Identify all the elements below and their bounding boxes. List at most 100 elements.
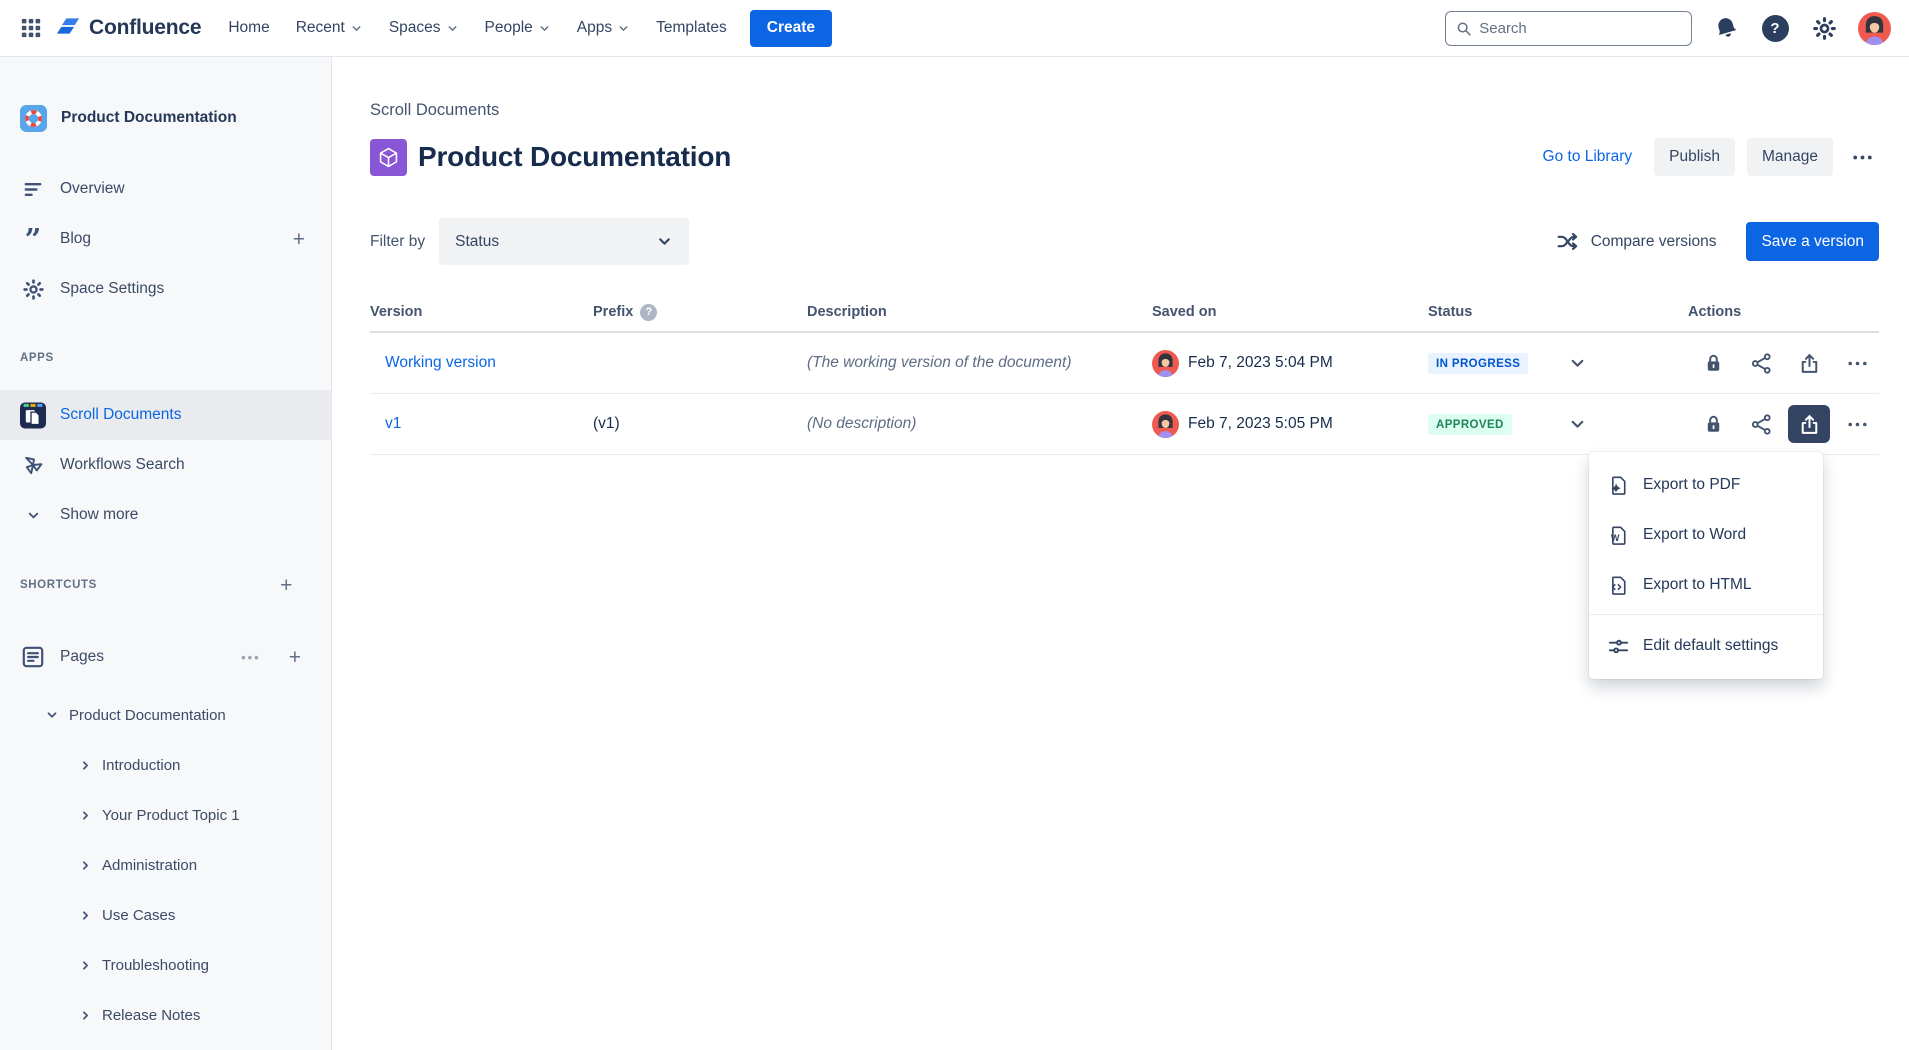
create-button[interactable]: Create — [750, 10, 832, 47]
saved-by-avatar — [1152, 411, 1179, 438]
menu-item-export-to-html[interactable]: Export to HTML — [1589, 560, 1823, 610]
chevron-down-icon — [538, 22, 551, 35]
navbar-right: ? — [1445, 11, 1891, 46]
lock-icon[interactable] — [1692, 405, 1734, 443]
col-prefix: Prefix ? — [593, 304, 807, 321]
tree-item-troubleshooting[interactable]: Troubleshooting — [0, 940, 331, 990]
add-shortcut-button[interactable]: + — [274, 575, 299, 596]
add-page-button[interactable]: + — [283, 647, 307, 668]
pages-icon — [20, 644, 46, 670]
export-icon-active[interactable] — [1788, 405, 1830, 443]
overview-icon — [20, 178, 46, 201]
confluence-logo-icon — [54, 12, 82, 45]
nav-people[interactable]: People — [472, 11, 564, 45]
workflows-pinwheel-icon — [20, 453, 46, 477]
tree-item-administration[interactable]: Administration — [0, 840, 331, 890]
chevron-right-icon[interactable] — [79, 1009, 92, 1022]
status-expand-chevron-icon[interactable] — [1565, 351, 1590, 376]
space-lifebuoy-icon — [20, 105, 47, 132]
col-status: Status — [1428, 304, 1688, 320]
nav-templates[interactable]: Templates — [643, 11, 740, 45]
save-a-version-button[interactable]: Save a version — [1746, 222, 1879, 261]
sidebar-item-overview[interactable]: Overview — [0, 164, 331, 214]
lock-icon[interactable] — [1692, 344, 1734, 382]
search-box[interactable] — [1445, 11, 1692, 46]
menu-item-edit-default-settings[interactable]: Edit default settings — [1589, 619, 1823, 673]
compare-versions-button[interactable]: Compare versions — [1555, 229, 1717, 254]
tree-item-product-documentation[interactable]: Product Documentation — [0, 690, 331, 740]
tree-item-your-product-topic-1[interactable]: Your Product Topic 1 — [0, 790, 331, 840]
version-link[interactable]: v1 — [385, 415, 401, 432]
top-navbar: Confluence Home Recent Spaces People App… — [0, 0, 1909, 57]
saved-on-date: Feb 7, 2023 5:04 PM — [1188, 354, 1333, 372]
status-expand-chevron-icon[interactable] — [1565, 412, 1590, 437]
nav-apps[interactable]: Apps — [564, 11, 643, 45]
nav-recent[interactable]: Recent — [283, 11, 376, 45]
saved-by-avatar — [1152, 350, 1179, 377]
share-icon[interactable] — [1740, 344, 1782, 382]
chevron-down-icon[interactable] — [45, 708, 59, 722]
version-link[interactable]: Working version — [385, 354, 496, 371]
col-version: Version — [370, 304, 593, 320]
sidebar-item-pages[interactable]: Pages ••• + — [0, 635, 331, 679]
version-prefix: (v1) — [593, 415, 620, 432]
user-avatar[interactable] — [1858, 12, 1891, 45]
app-switcher-icon[interactable] — [14, 11, 48, 45]
col-actions: Actions — [1688, 304, 1879, 320]
sidebar-item-show-more[interactable]: Show more — [0, 490, 331, 540]
chevron-down-icon — [446, 22, 459, 35]
status-filter-select[interactable]: Status — [439, 218, 689, 265]
sidebar-item-scroll-documents[interactable]: Scroll Documents — [0, 390, 331, 440]
nav-spaces[interactable]: Spaces — [376, 11, 472, 45]
compare-shuffle-icon — [1555, 229, 1580, 254]
search-icon — [1456, 20, 1471, 37]
nav-home[interactable]: Home — [215, 11, 282, 45]
menu-divider — [1589, 614, 1823, 615]
publish-button[interactable]: Publish — [1654, 138, 1735, 176]
sidebar-item-space-settings[interactable]: Space Settings — [0, 264, 331, 314]
notifications-bell-icon[interactable] — [1711, 13, 1741, 43]
tree-item-release-notes[interactable]: Release Notes — [0, 990, 331, 1040]
row-more-icon[interactable] — [1836, 405, 1878, 443]
menu-item-export-to-word[interactable]: W Export to Word — [1589, 510, 1823, 560]
manage-button[interactable]: Manage — [1747, 138, 1833, 176]
chevron-right-icon[interactable] — [79, 959, 92, 972]
shortcuts-section: SHORTCUTS + — [0, 577, 331, 593]
add-blog-post-button[interactable]: + — [287, 229, 311, 250]
tree-item-use-cases[interactable]: Use Cases — [0, 890, 331, 940]
pages-more-icon[interactable]: ••• — [241, 650, 261, 665]
go-to-library-link[interactable]: Go to Library — [1543, 148, 1633, 166]
header-more-icon[interactable] — [1845, 140, 1879, 174]
chevron-right-icon[interactable] — [79, 759, 92, 772]
table-row-working-version: Working version (The working version of … — [370, 333, 1879, 394]
saved-on-date: Feb 7, 2023 5:05 PM — [1188, 415, 1333, 433]
row-more-icon[interactable] — [1836, 344, 1878, 382]
shortcuts-label: SHORTCUTS — [20, 579, 274, 591]
document-cube-icon — [370, 139, 407, 176]
settings-gear-icon[interactable] — [1809, 13, 1839, 43]
help-icon[interactable]: ? — [1760, 13, 1790, 43]
confluence-logo[interactable]: Confluence — [54, 12, 201, 45]
export-dropdown-menu: Export to PDF W Export to Word Export to… — [1589, 452, 1823, 679]
search-input[interactable] — [1479, 20, 1681, 37]
scroll-documents-icon — [20, 402, 46, 429]
gear-icon — [20, 278, 46, 301]
svg-text:W: W — [1610, 532, 1619, 542]
chevron-right-icon[interactable] — [79, 909, 92, 922]
sidebar-item-blog[interactable]: ” Blog + — [0, 214, 331, 264]
version-description: (The working version of the document) — [807, 354, 1071, 371]
tree-item-introduction[interactable]: Introduction — [0, 740, 331, 790]
table-header: Version Prefix ? Description Saved on St… — [370, 293, 1879, 333]
prefix-help-icon[interactable]: ? — [640, 304, 657, 321]
chevron-down-icon — [656, 233, 673, 250]
share-icon[interactable] — [1740, 405, 1782, 443]
breadcrumb[interactable]: Scroll Documents — [370, 101, 1879, 120]
menu-item-export-to-pdf[interactable]: Export to PDF — [1589, 460, 1823, 510]
sliders-icon — [1606, 635, 1630, 658]
chevron-right-icon[interactable] — [79, 859, 92, 872]
space-sidebar: Product Documentation Overview ” Blog + … — [0, 57, 332, 1050]
chevron-right-icon[interactable] — [79, 809, 92, 822]
export-icon[interactable] — [1788, 344, 1830, 382]
sidebar-item-workflows-search[interactable]: Workflows Search — [0, 440, 331, 490]
space-header[interactable]: Product Documentation — [0, 103, 331, 133]
